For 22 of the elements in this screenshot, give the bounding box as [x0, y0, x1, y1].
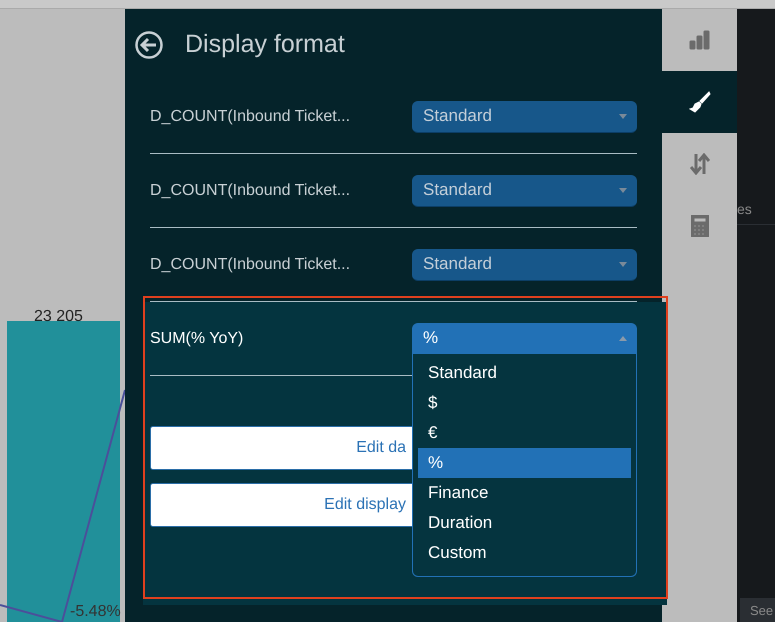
see-button[interactable]: See	[740, 598, 775, 622]
dropdown-option[interactable]: %	[418, 448, 631, 478]
calculator-icon	[690, 215, 708, 237]
field-label: D_COUNT(Inbound Ticket...	[150, 182, 350, 200]
format-dropdown[interactable]: Standard	[412, 100, 637, 132]
panel-title: Display format	[185, 30, 345, 59]
dropdown-option[interactable]: $	[418, 388, 631, 418]
sort-arrows-icon	[690, 153, 710, 175]
field-label: D_COUNT(Inbound Ticket...	[150, 108, 350, 126]
paintbrush-icon	[688, 91, 710, 113]
format-dropdown[interactable]: Standard	[412, 174, 637, 206]
format-dropdown[interactable]: Standard	[412, 248, 637, 280]
bar-chart-icon	[688, 30, 710, 50]
field-label: SUM(% YoY)	[150, 330, 244, 348]
dropdown-option[interactable]: Standard	[418, 358, 631, 388]
bar-value-label: 23 205	[34, 308, 83, 326]
field-label: D_COUNT(Inbound Ticket...	[150, 256, 350, 274]
back-icon[interactable]	[135, 30, 163, 58]
column-header: es	[737, 201, 752, 217]
side-tab[interactable]	[662, 71, 737, 133]
dropdown-option[interactable]: Custom	[418, 538, 631, 568]
format-dropdown[interactable]: %	[412, 322, 637, 354]
